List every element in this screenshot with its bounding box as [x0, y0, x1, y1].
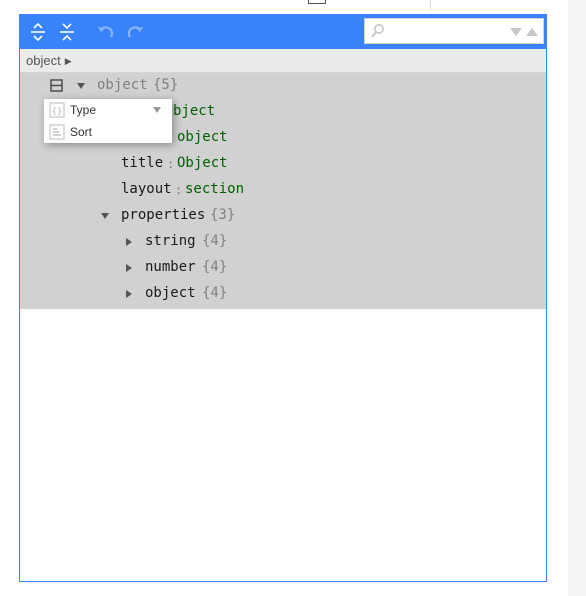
tree-row[interactable]: title : Object	[20, 151, 546, 177]
breadcrumb-arrow-icon[interactable]: ▶	[65, 56, 72, 67]
undo-button[interactable]	[94, 20, 118, 44]
tree-count: {5}	[153, 77, 179, 93]
tree-row[interactable]: number {4}	[20, 255, 546, 281]
expand-all-icon	[31, 22, 45, 42]
tree-value[interactable]: object	[177, 129, 228, 145]
collapse-all-button[interactable]	[55, 20, 79, 44]
breadcrumb-item[interactable]: object	[26, 53, 61, 68]
tree-row-root[interactable]: object {5}	[20, 73, 546, 99]
tree-row[interactable]: object {4}	[20, 281, 546, 307]
page-divider	[430, 0, 431, 10]
page-fragment	[308, 0, 326, 4]
tree-value[interactable]: Object	[177, 155, 228, 171]
breadcrumb[interactable]: object ▶	[26, 53, 72, 68]
tree-value[interactable]: bject	[173, 103, 215, 119]
navigation-bar: object ▶	[20, 49, 546, 73]
expand-all-button[interactable]	[26, 20, 50, 44]
context-menu-label: Sort	[70, 125, 93, 139]
tree-field[interactable]: properties	[121, 207, 205, 223]
collapse-all-icon	[60, 23, 74, 41]
search-icon	[371, 24, 384, 38]
collapse-triangle-icon[interactable]	[99, 210, 111, 222]
type-icon: {}	[49, 102, 65, 118]
search-next-icon[interactable]	[509, 27, 523, 37]
context-menu: {} Type Sort	[44, 99, 172, 143]
tree-field[interactable]: string	[145, 233, 196, 249]
tree-row[interactable]: string {4}	[20, 229, 546, 255]
page-background-strip	[568, 0, 586, 596]
tree-row-properties[interactable]: properties {3}	[20, 203, 546, 229]
tree-field[interactable]: title	[121, 155, 163, 171]
tree-row[interactable]: layout : section	[20, 177, 546, 203]
collapse-triangle-icon[interactable]	[75, 80, 87, 92]
tree-count: {4}	[202, 285, 228, 301]
tree-count: {4}	[202, 233, 228, 249]
tree-separator: :	[175, 183, 183, 197]
search-previous-icon[interactable]	[525, 27, 539, 37]
tree-field[interactable]: number	[145, 259, 196, 275]
undo-icon	[98, 26, 114, 38]
context-menu-item-sort[interactable]: Sort	[44, 121, 172, 143]
redo-button[interactable]	[123, 20, 147, 44]
tree-field[interactable]: object	[145, 285, 196, 301]
expand-triangle-icon[interactable]	[123, 236, 135, 248]
context-menu-label: Type	[70, 103, 97, 117]
expand-triangle-icon[interactable]	[123, 262, 135, 274]
tree-value[interactable]: section	[185, 181, 244, 197]
tree-separator: :	[167, 157, 175, 171]
tree-count: {3}	[210, 207, 236, 223]
search-box	[364, 18, 544, 44]
redo-icon	[127, 26, 143, 38]
tree-field[interactable]: layout	[121, 181, 172, 197]
search-input[interactable]	[389, 22, 501, 40]
tree-count: {4}	[202, 259, 228, 275]
editor-menu-bar	[20, 15, 546, 49]
submenu-arrow-icon[interactable]	[152, 106, 162, 114]
context-menu-icon[interactable]	[50, 79, 63, 92]
context-menu-item-type[interactable]: {} Type	[44, 99, 172, 121]
svg-text:{}: {}	[52, 107, 63, 117]
expand-triangle-icon[interactable]	[123, 288, 135, 300]
sort-icon	[49, 124, 65, 140]
tree-field: object	[97, 77, 148, 93]
